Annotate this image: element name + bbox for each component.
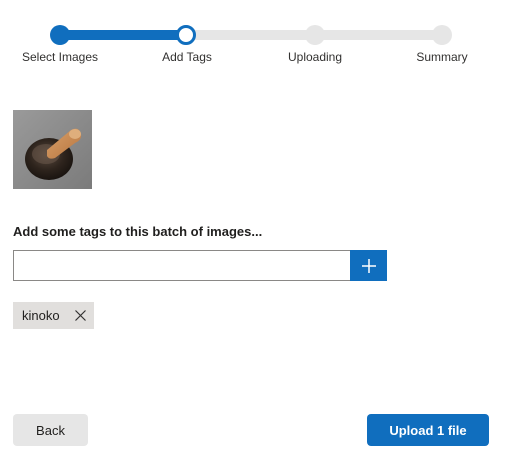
tag-chip: kinoko [13, 302, 94, 329]
plus-icon [361, 258, 376, 273]
upload-button[interactable]: Upload 1 file [367, 414, 489, 446]
remove-tag-button[interactable] [74, 309, 88, 323]
image-thumbnail [13, 110, 92, 189]
close-icon [75, 310, 87, 321]
stepper-progress [60, 30, 186, 40]
mushroom-image [13, 110, 92, 189]
step-add-tags-dot [176, 25, 196, 45]
step-select-images-label: Select Images [21, 50, 99, 64]
step-uploading-label: Uploading [287, 50, 343, 64]
tag-chip-label: kinoko [22, 308, 60, 323]
tags-prompt: Add some tags to this batch of images... [13, 224, 263, 239]
step-summary-dot [432, 25, 452, 45]
step-uploading-dot [305, 25, 325, 45]
tag-input[interactable] [13, 250, 350, 281]
wizard-stepper: Select Images Add Tags Uploading Summary [0, 0, 510, 80]
step-summary-label: Summary [416, 50, 468, 64]
step-add-tags-label: Add Tags [162, 50, 212, 64]
step-select-images-dot [50, 25, 70, 45]
add-tag-button[interactable] [350, 250, 387, 281]
back-button[interactable]: Back [13, 414, 88, 446]
